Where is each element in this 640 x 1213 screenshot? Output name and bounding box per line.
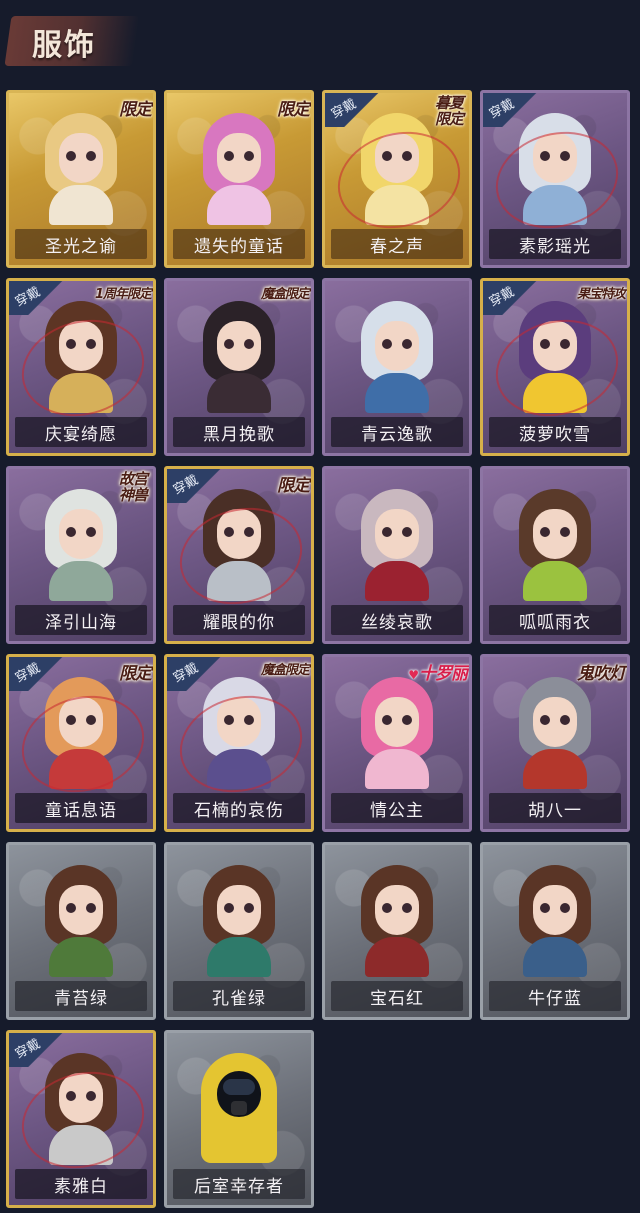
costume-name: 遗失的童话 [173,229,305,259]
wearing-badge-label: 穿戴 [12,284,43,310]
costume-name: 呱呱雨衣 [489,605,621,635]
costume-name: 青云逸歌 [331,417,463,447]
limited-tag: 1周年限定 [94,287,152,302]
character-portrait [355,301,439,413]
costume-card[interactable]: 鬼吹灯胡八一 [480,654,630,832]
costume-card[interactable]: 后室幸存者 [164,1030,314,1208]
character-portrait [197,301,281,413]
limited-tag: 限定 [119,664,152,684]
wearing-badge-label: 穿戴 [486,96,517,122]
limited-tag: 暮夏限定 [434,94,464,128]
wearing-badge-label: 穿戴 [170,472,201,498]
costume-card[interactable]: 穿戴 暮夏限定春之声 [322,90,472,268]
wearing-badge-label: 穿戴 [12,660,43,686]
limited-tag: 魔盒限定 [260,287,310,302]
character-portrait [513,489,597,601]
limited-tag: 鬼吹灯 [577,664,626,684]
costume-card[interactable]: 宝石红 [322,842,472,1020]
wearing-badge: 穿戴 [483,93,545,127]
costume-name: 青苔绿 [15,981,147,1011]
character-portrait [197,1053,281,1163]
costume-name: 春之声 [331,229,463,259]
limited-tag: 限定 [277,100,310,120]
wearing-badge: 穿戴 [9,1033,71,1067]
costume-grid: 限定 圣光之谕 限定 遗失的童话 穿戴 暮夏限定 春之声 穿戴 素影瑶光 穿戴 1周年限定 庆宴绮愿魔… [0,0,640,1213]
character-portrait [39,113,123,225]
character-portrait [355,489,439,601]
costume-card[interactable]: 限定遗失的童话 [164,90,314,268]
wearing-badge: 穿戴 [167,657,229,691]
wearing-badge-label: 穿戴 [170,660,201,686]
character-portrait [197,113,281,225]
character-portrait [513,677,597,789]
wearing-badge-label: 穿戴 [328,96,359,122]
costume-card[interactable]: 穿戴 素影瑶光 [480,90,630,268]
costume-name: 后室幸存者 [173,1169,305,1199]
costume-name: 庆宴绮愿 [15,417,147,447]
wearing-badge: 穿戴 [483,281,545,315]
costume-card[interactable]: 穿戴 素雅白 [6,1030,156,1208]
costume-card[interactable]: 穿戴 1周年限定庆宴绮愿 [6,278,156,456]
character-portrait [39,865,123,977]
costume-card[interactable]: 穿戴 限定耀眼的你 [164,466,314,644]
costume-name: 胡八一 [489,793,621,823]
costume-card[interactable]: 牛仔蓝 [480,842,630,1020]
costume-name: 牛仔蓝 [489,981,621,1011]
costume-name: 黑月挽歌 [173,417,305,447]
costume-card[interactable]: 十罗丽情公主 [322,654,472,832]
wearing-badge: 穿戴 [9,281,71,315]
character-portrait [355,865,439,977]
wearing-badge: 穿戴 [167,469,229,503]
costume-card[interactable]: 限定圣光之谕 [6,90,156,268]
costume-card[interactable]: 青云逸歌 [322,278,472,456]
limited-tag: 故宫神兽 [118,470,148,504]
limited-tag: 限定 [119,100,152,120]
character-portrait [355,677,439,789]
wearing-badge-label: 穿戴 [12,1036,43,1062]
costume-name: 泽引山海 [15,605,147,635]
costume-name: 丝绫哀歌 [331,605,463,635]
character-portrait [39,489,123,601]
costume-name: 耀眼的你 [173,605,305,635]
wearing-badge: 穿戴 [9,657,71,691]
costume-name: 圣光之谕 [15,229,147,259]
wearing-badge: 穿戴 [325,93,387,127]
costume-name: 石楠的哀伤 [173,793,305,823]
character-portrait [513,865,597,977]
limited-tag: 魔盒限定 [260,663,310,678]
limited-tag: 果宝特攻 [576,287,626,302]
costume-card[interactable]: 青苔绿 [6,842,156,1020]
costume-name: 孔雀绿 [173,981,305,1011]
costume-name: 菠萝吹雪 [489,417,621,447]
character-portrait [197,865,281,977]
limited-tag: 十罗丽 [408,659,468,684]
costume-card[interactable]: 穿戴 限定童话息语 [6,654,156,832]
costume-card[interactable]: 穿戴 果宝特攻菠萝吹雪 [480,278,630,456]
costume-name: 素雅白 [15,1169,147,1199]
costume-card[interactable]: 呱呱雨衣 [480,466,630,644]
limited-tag: 限定 [277,476,310,496]
costume-card[interactable]: 故宫神兽泽引山海 [6,466,156,644]
costume-card[interactable]: 魔盒限定黑月挽歌 [164,278,314,456]
costume-card[interactable]: 丝绫哀歌 [322,466,472,644]
costume-name: 宝石红 [331,981,463,1011]
costume-name: 素影瑶光 [489,229,621,259]
costume-card[interactable]: 穿戴 魔盒限定石楠的哀伤 [164,654,314,832]
costume-name: 情公主 [331,793,463,823]
wearing-badge-label: 穿戴 [486,284,517,310]
costume-card[interactable]: 孔雀绿 [164,842,314,1020]
costume-name: 童话息语 [15,793,147,823]
